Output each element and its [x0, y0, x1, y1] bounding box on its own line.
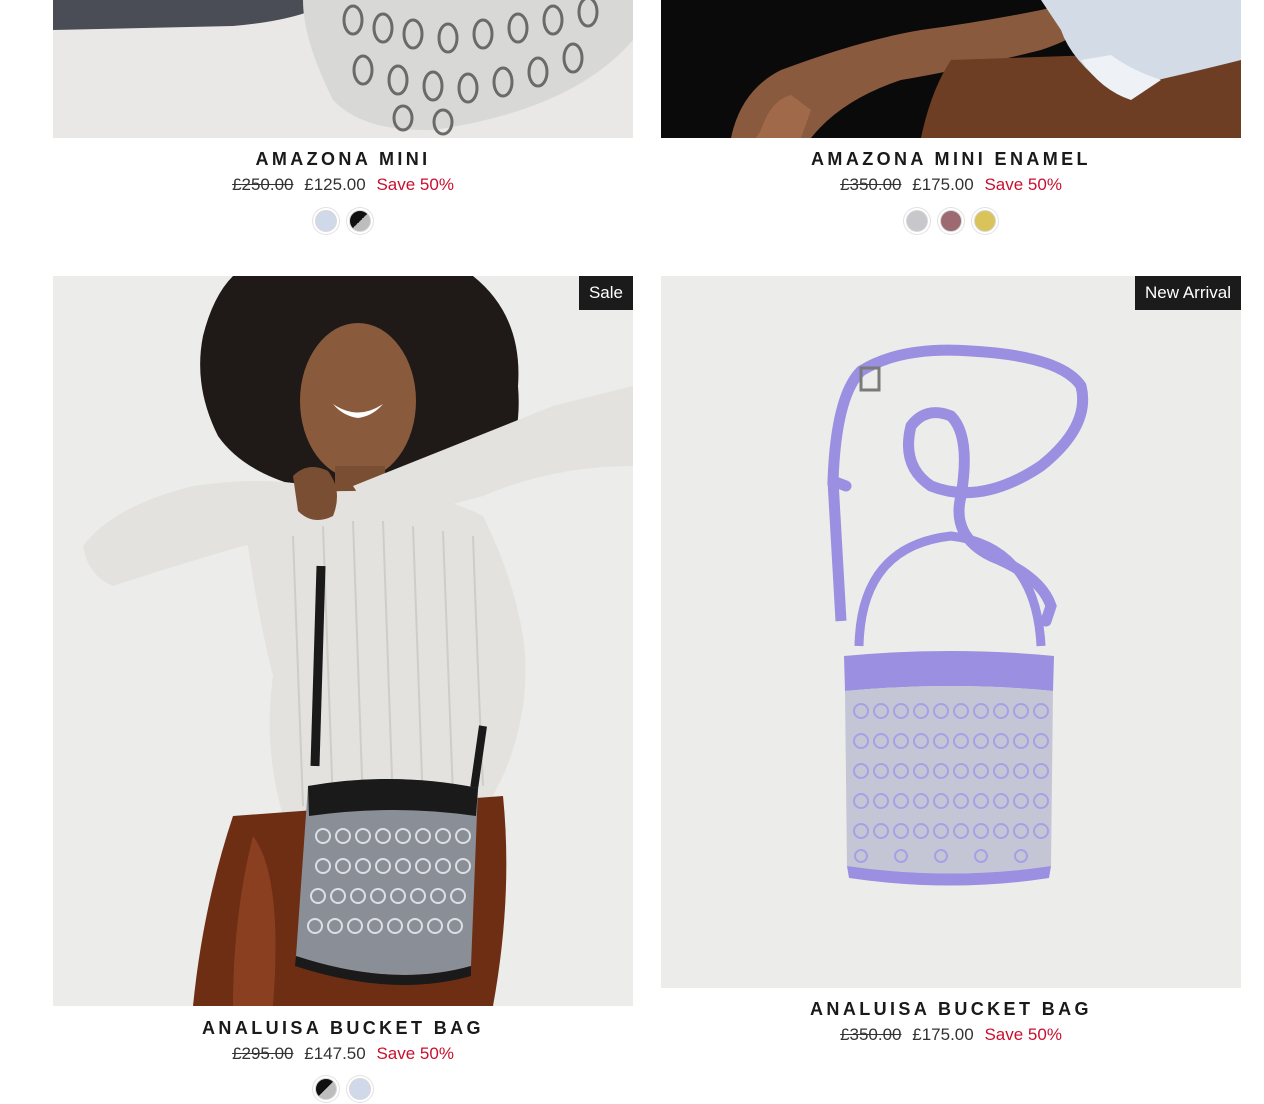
discount-label: Save 50%: [984, 1025, 1062, 1044]
product-image-amazona-mini-enamel[interactable]: [661, 0, 1241, 138]
original-price: £295.00: [232, 1044, 294, 1063]
sale-badge: Sale: [578, 276, 633, 310]
discount-label: Save 50%: [376, 175, 454, 194]
price-row: £350.00 £175.00 Save 50%: [661, 175, 1241, 195]
product-card-amazona-mini-enamel[interactable]: AMAZONA MINI ENAMEL £350.00 £175.00 Save…: [661, 0, 1241, 240]
product-image-analuisa-lavender[interactable]: New Arrival: [661, 276, 1241, 988]
product-image-analuisa-model[interactable]: Sale: [53, 276, 633, 1006]
swatch-silver[interactable]: [906, 210, 928, 232]
swatch-black-silver[interactable]: [315, 1078, 337, 1100]
color-swatches: [53, 210, 633, 232]
discount-label: Save 50%: [984, 175, 1062, 194]
product-title[interactable]: ANALUISA BUCKET BAG: [661, 999, 1241, 1020]
product-title[interactable]: ANALUISA BUCKET BAG: [53, 1018, 633, 1039]
color-swatches: [661, 210, 1241, 232]
original-price: £350.00: [840, 1025, 902, 1044]
product-card-analuisa-bucket-bag-sale[interactable]: Sale ANALUISA BUCKET BAG £295.00 £147.50…: [53, 276, 633, 1104]
sale-price: £175.00: [912, 1025, 974, 1044]
price-row: £295.00 £147.50 Save 50%: [53, 1044, 633, 1064]
sale-price: £147.50: [304, 1044, 366, 1063]
original-price: £250.00: [232, 175, 294, 194]
price-row: £250.00 £125.00 Save 50%: [53, 175, 633, 195]
color-swatches: [53, 1078, 633, 1100]
sale-price: £125.00: [304, 175, 366, 194]
product-card-analuisa-bucket-bag-new[interactable]: New Arrival ANALUISA BUCKET BAG £350.00 …: [661, 276, 1241, 1066]
swatch-black-silver[interactable]: [349, 210, 371, 232]
swatch-mauve[interactable]: [940, 210, 962, 232]
product-title[interactable]: AMAZONA MINI: [53, 149, 633, 170]
product-title[interactable]: AMAZONA MINI ENAMEL: [661, 149, 1241, 170]
original-price: £350.00: [840, 175, 902, 194]
price-row: £350.00 £175.00 Save 50%: [661, 1025, 1241, 1045]
discount-label: Save 50%: [376, 1044, 454, 1063]
swatch-light-blue[interactable]: [349, 1078, 371, 1100]
sale-price: £175.00: [912, 175, 974, 194]
swatch-gold[interactable]: [974, 210, 996, 232]
new-arrival-badge: New Arrival: [1135, 276, 1241, 310]
swatch-light-blue[interactable]: [315, 210, 337, 232]
product-card-amazona-mini[interactable]: AMAZONA MINI £250.00 £125.00 Save 50%: [53, 0, 633, 240]
product-image-amazona-mini[interactable]: [53, 0, 633, 138]
